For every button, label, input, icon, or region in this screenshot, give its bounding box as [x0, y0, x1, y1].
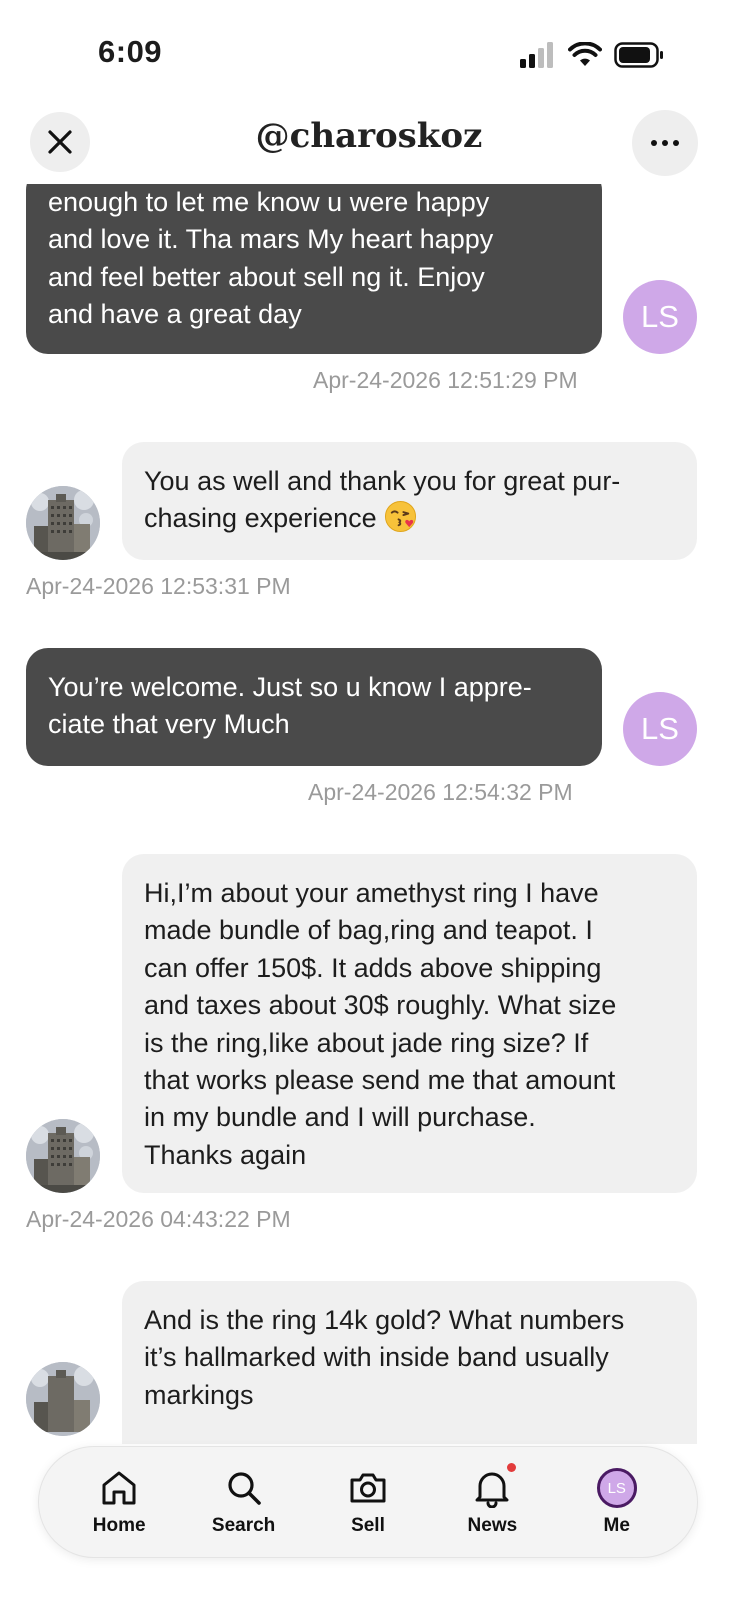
message-timestamp: Apr-24-2026 04:43:22 PM: [26, 1206, 291, 1232]
wifi-icon: [568, 42, 602, 66]
message-text: enough to let me know u were happy and l…: [48, 187, 494, 330]
tab-label: Sell: [351, 1515, 385, 1536]
tab-search[interactable]: Search: [189, 1467, 299, 1537]
tab-label: Home: [92, 1515, 146, 1536]
status-time: 6:09: [98, 34, 163, 69]
search-icon: [227, 1472, 261, 1505]
message-text: You’re welcome. Just so u know I appre- …: [48, 672, 532, 740]
message-text-body: You as well and thank you for great pur-…: [144, 466, 621, 534]
camera-icon: [350, 1473, 386, 1503]
incoming-message-bubble[interactable]: And is the ring 14k gold? What numbers i…: [122, 1281, 697, 1444]
tab-sell[interactable]: Sell: [313, 1467, 423, 1537]
avatar: LS: [596, 1468, 637, 1508]
notification-badge: [507, 1463, 517, 1472]
avatar[interactable]: [26, 486, 100, 560]
message-text: You as well and thank you for great pur-…: [144, 463, 675, 538]
bottom-safe-area: [0, 1560, 738, 1600]
message-timestamp: Apr-24-2026 12:54:32 PM: [308, 779, 573, 805]
more-button[interactable]: [632, 110, 698, 176]
message-list[interactable]: enough to let me know u were happy and l…: [0, 184, 738, 1444]
conversation-header: @charoskoz: [0, 100, 738, 184]
message-text: Hi,I’m about your amethyst ring I have m…: [144, 878, 617, 1170]
battery-icon: [614, 42, 663, 68]
more-icon: [651, 140, 679, 146]
tab-label: Search: [211, 1515, 276, 1536]
kissing-face-emoji: [385, 501, 417, 533]
avatar[interactable]: [26, 1119, 100, 1193]
bell-icon: [475, 1472, 509, 1508]
message-timestamp: Apr-24-2026 12:51:29 PM: [313, 367, 578, 393]
avatar[interactable]: LS: [623, 692, 697, 766]
status-icons: [520, 40, 664, 70]
tab-news[interactable]: News: [437, 1463, 547, 1537]
incoming-message-bubble[interactable]: Hi,I’m about your amethyst ring I have m…: [122, 854, 697, 1193]
message-timestamp: Apr-24-2026 12:53:31 PM: [26, 573, 291, 599]
building-photo-icon: [26, 1362, 100, 1436]
outgoing-message-bubble[interactable]: You’re welcome. Just so u know I appre- …: [26, 648, 602, 766]
building-photo-icon: [26, 486, 100, 560]
avatar[interactable]: [26, 1362, 100, 1436]
home-icon: [102, 1471, 136, 1505]
bottom-tab-bar: Home Search Sell News LS Me: [38, 1446, 698, 1558]
tab-me[interactable]: LS Me: [562, 1467, 672, 1537]
message-text: And is the ring 14k gold? What numbers i…: [144, 1305, 625, 1410]
conversation-title: @charoskoz: [255, 116, 483, 156]
incoming-message-bubble[interactable]: You as well and thank you for great pur-…: [122, 442, 697, 560]
outgoing-message-bubble[interactable]: enough to let me know u were happy and l…: [26, 184, 602, 354]
cellular-signal-icon: [520, 42, 553, 68]
tab-label: News: [467, 1515, 518, 1536]
tab-home[interactable]: Home: [64, 1467, 174, 1537]
tab-label: Me: [603, 1515, 630, 1536]
building-photo-icon: [26, 1119, 100, 1193]
avatar[interactable]: LS: [623, 280, 697, 354]
